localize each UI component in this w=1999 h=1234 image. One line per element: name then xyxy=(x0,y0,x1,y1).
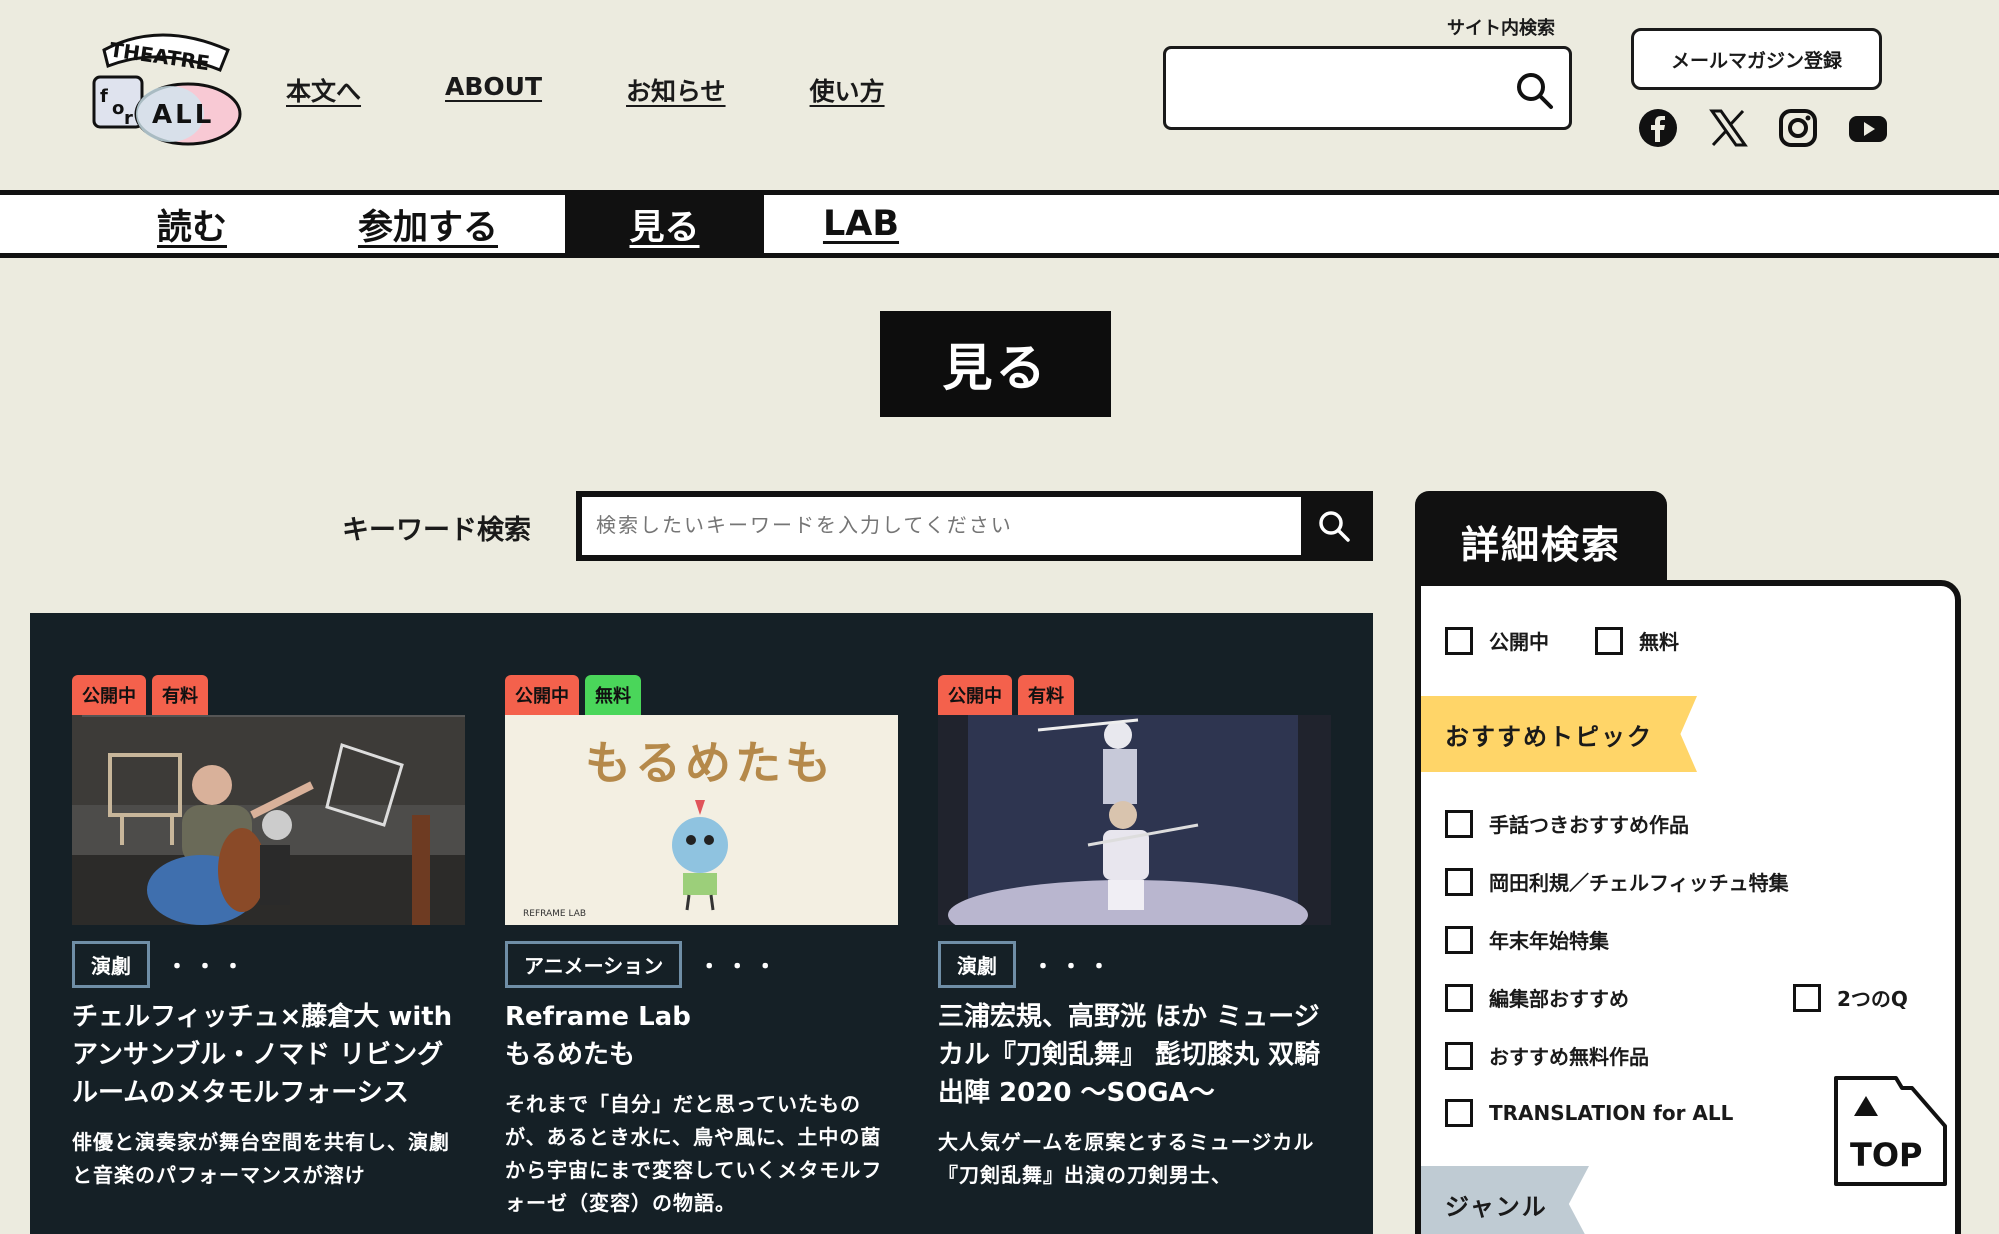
topic-year-end[interactable]: 年末年始特集 xyxy=(1445,925,1609,954)
stage-photo xyxy=(72,715,465,925)
topic-sign-language[interactable]: 手話つきおすすめ作品 xyxy=(1445,809,1689,838)
filter-now-showing[interactable]: 公開中 xyxy=(1445,626,1549,655)
svg-text:ALL: ALL xyxy=(152,100,214,130)
stage-photo xyxy=(938,715,1331,925)
checkbox[interactable] xyxy=(1445,867,1473,896)
keyword-search-input[interactable] xyxy=(596,509,1296,543)
filter-free[interactable]: 無料 xyxy=(1595,626,1679,655)
price-badge: 有料 xyxy=(152,675,208,715)
card-badges: 公開中 有料 xyxy=(72,675,465,715)
checkbox[interactable] xyxy=(1595,626,1623,655)
keyword-search-label: キーワード検索 xyxy=(342,515,531,546)
instagram-icon[interactable] xyxy=(1778,108,1818,148)
newsletter-signup-button[interactable]: メールマガジン登録 xyxy=(1631,28,1882,90)
more-tags: ・・・ xyxy=(1032,954,1117,980)
facebook-icon[interactable] xyxy=(1638,108,1678,148)
checkbox[interactable] xyxy=(1445,809,1473,838)
topic-translation-for-all[interactable]: TRANSLATION for ALL xyxy=(1445,1099,1733,1127)
tab-participate[interactable]: 参加する xyxy=(340,195,516,253)
genre-tag[interactable]: アニメーション xyxy=(505,941,683,988)
result-card[interactable]: 公開中 有料 演劇 ・・・ チェルフィッチュ×藤倉大 with アンサンブル・ノ… xyxy=(72,675,465,1192)
checkbox[interactable] xyxy=(1445,1099,1473,1127)
topic-label: 年末年始特集 xyxy=(1489,929,1609,953)
search-icon xyxy=(1319,511,1350,542)
youtube-icon[interactable] xyxy=(1848,108,1888,148)
nav-link-main-content[interactable]: 本文へ xyxy=(286,72,361,108)
detail-search-title: 詳細検索 xyxy=(1415,491,1667,591)
card-description: それまで「自分」だと思っていたものが、あるとき水に、鳥や風に、土中の菌から宇宙に… xyxy=(505,1092,883,1215)
price-badge: 無料 xyxy=(585,675,641,715)
topic-label: おすすめ無料作品 xyxy=(1489,1045,1649,1069)
checkbox[interactable] xyxy=(1445,983,1473,1012)
keyword-search-button[interactable] xyxy=(1301,497,1367,555)
theatre-for-all-logo[interactable]: THEATRE f o r ALL xyxy=(90,22,245,147)
site-header: THEATRE f o r ALL 本文へ ABOUT お知らせ 使い方 サイト… xyxy=(0,0,1999,190)
card-thumbnail[interactable] xyxy=(72,715,465,925)
keyword-search-box xyxy=(576,491,1373,561)
genre-heading: ジャンル xyxy=(1421,1166,1589,1234)
topic-free-picks[interactable]: おすすめ無料作品 xyxy=(1445,1041,1649,1070)
nav-link-how-to-use[interactable]: 使い方 xyxy=(810,72,885,108)
card-title[interactable]: Reframe Lab もるめたも xyxy=(505,998,898,1074)
card-badges: 公開中 無料 xyxy=(505,675,898,715)
nav-link-news[interactable]: お知らせ xyxy=(626,72,726,108)
svg-text:f: f xyxy=(100,86,108,107)
top-nav: 本文へ ABOUT お知らせ 使い方 xyxy=(286,72,885,108)
checkbox[interactable] xyxy=(1793,983,1821,1012)
topic-two-q[interactable]: 2つのQ xyxy=(1793,983,1908,1012)
social-links xyxy=(1638,108,1888,148)
topic-label: 2つのQ xyxy=(1837,987,1908,1011)
card-thumbnail[interactable]: もるめたも REFRAME LAB xyxy=(505,715,898,925)
result-card[interactable]: 公開中 無料 もるめたも REFRAME LAB アニメーション ・・・ Ref… xyxy=(505,675,898,1220)
recommended-topics-heading: おすすめトピック xyxy=(1421,696,1697,772)
svg-text:r: r xyxy=(124,108,133,129)
more-tags: ・・・ xyxy=(166,954,251,980)
card-title[interactable]: 三浦宏規、高野洸 ほか ミュージカル『刀剣乱舞』 髭切膝丸 双騎出陣 2020 … xyxy=(938,998,1331,1112)
checkbox[interactable] xyxy=(1445,1041,1473,1070)
search-icon[interactable] xyxy=(1513,69,1557,113)
card-badges: 公開中 有料 xyxy=(938,675,1331,715)
topic-label: 編集部おすすめ xyxy=(1489,987,1629,1011)
site-search-box xyxy=(1163,46,1572,130)
main-tab-bar: 読む 参加する 見る LAB xyxy=(0,190,1999,258)
price-badge: 有料 xyxy=(1018,675,1074,715)
tab-watch[interactable]: 見る xyxy=(565,195,764,253)
status-badge: 公開中 xyxy=(72,675,146,715)
filter-label: 無料 xyxy=(1639,630,1679,654)
thumbnail-credit: REFRAME LAB xyxy=(523,909,587,919)
svg-text:o: o xyxy=(112,98,124,119)
checkbox[interactable] xyxy=(1445,925,1473,954)
card-title-line2: もるめたも xyxy=(505,1040,636,1070)
tab-lab[interactable]: LAB xyxy=(800,195,922,253)
site-search-input[interactable] xyxy=(1180,67,1500,109)
genre-tag[interactable]: 演劇 xyxy=(938,941,1016,988)
site-search-label: サイト内検索 xyxy=(1447,18,1555,39)
nav-link-about[interactable]: ABOUT xyxy=(445,72,542,108)
character-illustration xyxy=(672,800,728,911)
status-badge: 公開中 xyxy=(938,675,1012,715)
card-thumbnail[interactable] xyxy=(938,715,1331,925)
tab-read[interactable]: 読む xyxy=(116,195,268,253)
checkbox[interactable] xyxy=(1445,626,1473,655)
filter-label: 公開中 xyxy=(1489,630,1549,654)
card-description: 大人気ゲームを原案とするミュージカル『刀剣乱舞』出演の刀剣男士、 xyxy=(938,1130,1315,1187)
topic-editors-pick[interactable]: 編集部おすすめ xyxy=(1445,983,1629,1012)
x-icon[interactable] xyxy=(1708,108,1748,148)
card-description: 俳優と演奏家が舞台空間を共有し、演劇と音楽のパフォーマンスが溶け xyxy=(72,1130,450,1187)
status-badge: 公開中 xyxy=(505,675,579,715)
results-panel: 公開中 有料 演劇 ・・・ チェルフィッチュ×藤倉大 with アンサンブル・ノ… xyxy=(30,613,1373,1234)
page-title: 見る xyxy=(880,311,1111,417)
svg-text:TOP: TOP xyxy=(1850,1136,1922,1174)
topic-label: 岡田利規／チェルフィッチュ特集 xyxy=(1489,871,1789,895)
topic-label: TRANSLATION for ALL xyxy=(1489,1101,1734,1125)
result-card[interactable]: 公開中 有料 演劇 ・・・ 三浦宏規、高野洸 ほか ミュージカル『刀剣乱舞』 髭… xyxy=(938,675,1331,1192)
card-title[interactable]: チェルフィッチュ×藤倉大 with アンサンブル・ノマド リビングルームのメタモ… xyxy=(72,998,465,1112)
more-tags: ・・・ xyxy=(698,954,783,980)
card-title-line1: Reframe Lab xyxy=(505,1002,691,1032)
topic-okada-chelfitsch[interactable]: 岡田利規／チェルフィッチュ特集 xyxy=(1445,867,1789,896)
topic-label: 手話つきおすすめ作品 xyxy=(1489,813,1689,837)
back-to-top-button[interactable]: TOP xyxy=(1832,1074,1949,1190)
genre-tag[interactable]: 演劇 xyxy=(72,941,150,988)
